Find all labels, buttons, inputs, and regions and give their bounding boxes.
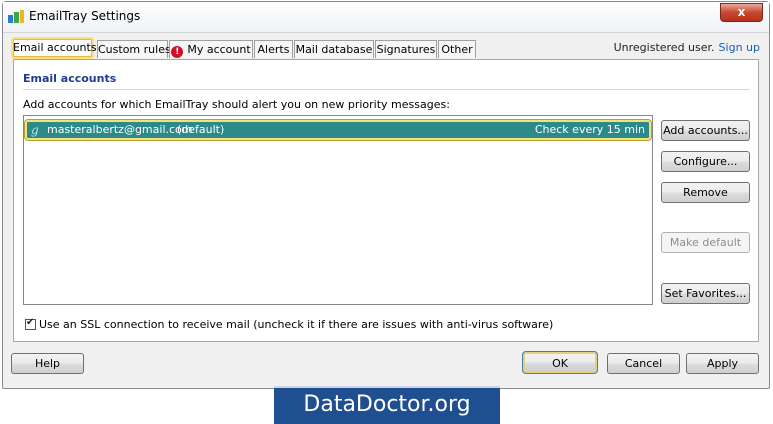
email-accounts-panel: Email accounts Add accounts for which Em… [13, 59, 759, 342]
ok-button[interactable]: OK [522, 351, 598, 374]
tab-my-account[interactable]: ! My account [169, 40, 253, 58]
ssl-checkbox[interactable]: ✔ [25, 317, 36, 330]
accounts-list[interactable]: g masteralbertz@gmail.com (default) Chec… [23, 115, 653, 305]
tab-label: My account [187, 43, 251, 56]
account-row[interactable]: g masteralbertz@gmail.com (default) Chec… [24, 119, 652, 141]
alert-icon: ! [171, 46, 184, 58]
window-title: EmailTray Settings [29, 9, 141, 23]
set-favorites-button[interactable]: Set Favorites... [661, 283, 750, 304]
tab-label: Other [441, 43, 473, 56]
section-divider [23, 89, 750, 90]
registration-text: Unregistered user. [613, 41, 715, 54]
section-description: Add accounts for which EmailTray should … [23, 98, 450, 111]
tab-label: Mail database [295, 43, 373, 56]
title-bar: EmailTray Settings x [3, 2, 769, 33]
tab-signatures[interactable]: Signatures [375, 40, 437, 58]
checkmark-icon: ✔ [26, 317, 35, 328]
gmail-icon: g [31, 123, 39, 137]
emailtray-app-icon [8, 10, 24, 23]
tab-label: Email accounts [13, 41, 97, 54]
cancel-button[interactable]: Cancel [607, 353, 680, 374]
ssl-option[interactable]: ✔ Use an SSL connection to receive mail (… [25, 317, 554, 331]
tab-alerts[interactable]: Alerts [254, 40, 293, 58]
ssl-label: Use an SSL connection to receive mail (u… [39, 318, 554, 331]
registration-status: Unregistered user. Sign up [614, 41, 760, 54]
check-frequency: Check every 15 min [534, 123, 645, 136]
close-icon: x [737, 5, 746, 19]
tab-mail-database[interactable]: Mail database [294, 40, 374, 58]
remove-button[interactable]: Remove [661, 182, 750, 203]
tab-label: Signatures [376, 43, 436, 56]
apply-button[interactable]: Apply [686, 353, 759, 374]
tab-label: Custom rules [98, 43, 171, 56]
sign-up-link[interactable]: Sign up [719, 41, 760, 54]
tab-other[interactable]: Other [438, 40, 476, 58]
settings-window: EmailTray Settings x Email accounts Cust… [2, 1, 770, 389]
section-title: Email accounts [23, 72, 117, 85]
make-default-button[interactable]: Make default [661, 232, 750, 253]
help-button[interactable]: Help [11, 353, 84, 374]
configure-button[interactable]: Configure... [661, 151, 750, 172]
tab-custom-rules[interactable]: Custom rules [97, 40, 171, 58]
tab-label: Alerts [257, 43, 290, 56]
add-accounts-button[interactable]: Add accounts... [661, 120, 750, 141]
close-button[interactable]: x [720, 3, 763, 22]
watermark-banner: DataDoctor.org [274, 386, 500, 424]
default-tag: (default) [177, 123, 225, 136]
account-email: masteralbertz@gmail.com [47, 123, 193, 136]
tab-email-accounts[interactable]: Email accounts [11, 37, 97, 59]
